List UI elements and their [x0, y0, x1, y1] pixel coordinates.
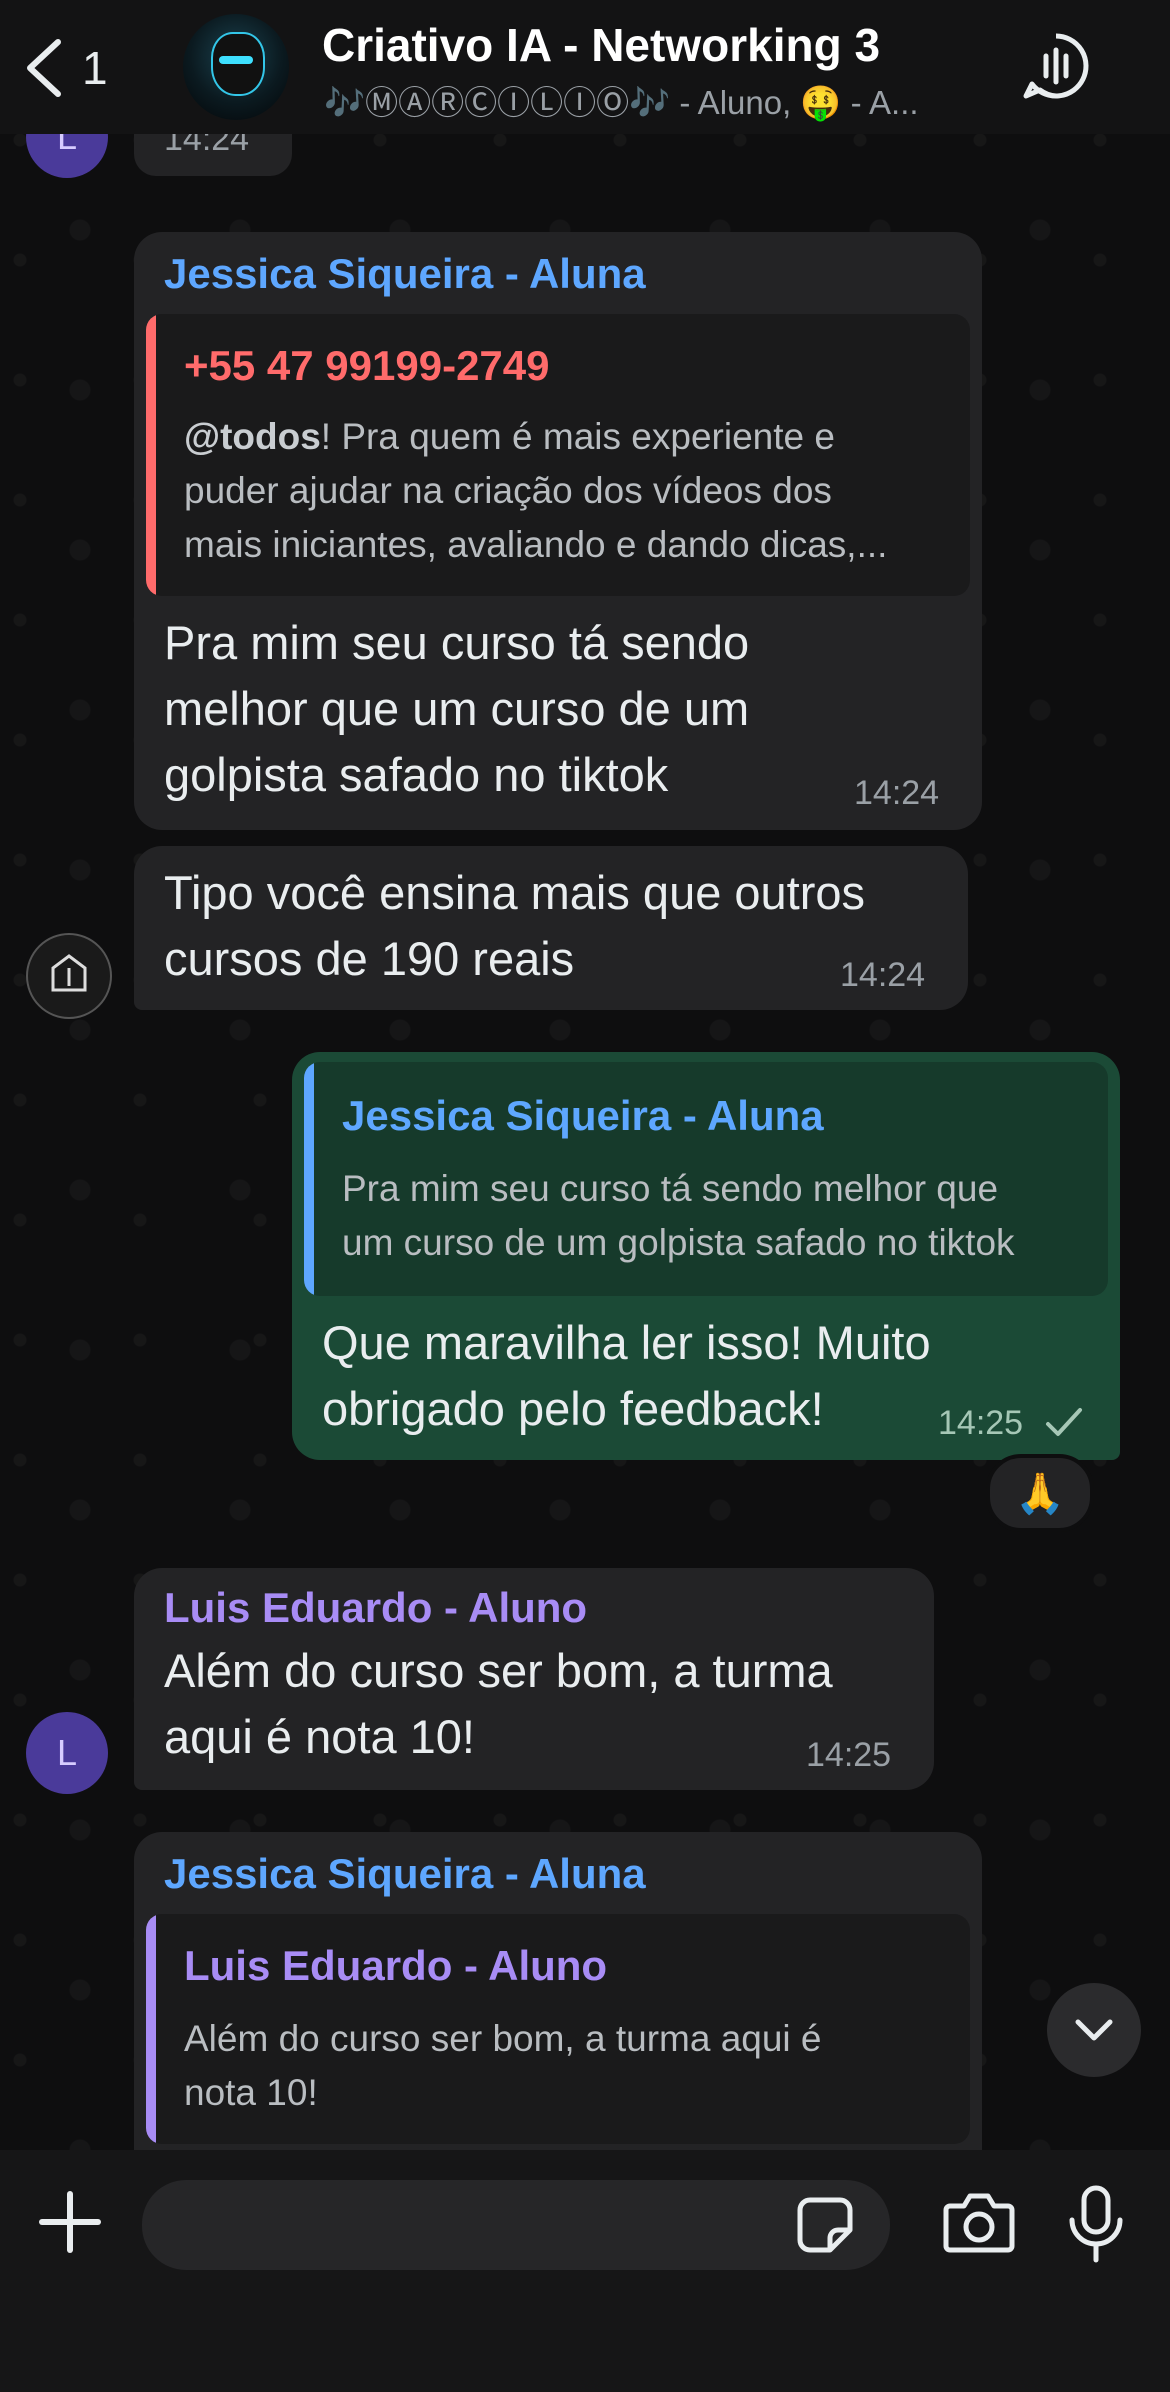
group-avatar[interactable] — [183, 14, 289, 120]
quoted-message[interactable]: Luis Eduardo - Aluno Além do curso ser b… — [146, 1914, 970, 2144]
read-check-icon — [1046, 1408, 1082, 1436]
quoted-sender: Luis Eduardo - Aluno — [184, 1942, 608, 1989]
message-text: Tipo você ensina mais que outros cursos … — [164, 866, 866, 985]
message-time: 14:25 — [806, 1736, 892, 1774]
chat-title[interactable]: Criativo IA - Networking 3 — [322, 18, 880, 72]
mention[interactable]: @todos — [184, 416, 321, 457]
quoted-text: Além do curso ser bom, a turma aqui é no… — [184, 2018, 822, 2113]
message-bubble[interactable]: Luis Eduardo - Aluno Além do curso ser b… — [134, 1568, 934, 1790]
message-bubble[interactable]: Jessica Siqueira - Aluna +55 47 99199-27… — [134, 232, 982, 830]
message-text: Pra mim seu curso tá sendo melhor que um… — [164, 616, 750, 801]
message-bubble[interactable]: Tipo você ensina mais que outros cursos … — [134, 846, 968, 1010]
microphone-icon[interactable] — [1066, 2184, 1126, 2264]
sender-name[interactable]: Jessica Siqueira - Aluna — [164, 250, 646, 298]
chat-header: 1 Criativo IA - Networking 3 🎶ⓂⒶⓇⒸⒾⓁⒾⓄ🎶 … — [0, 0, 1170, 134]
avatar-jessica[interactable] — [26, 933, 112, 1019]
unread-count: 1 — [82, 42, 108, 94]
chat-members-subtitle[interactable]: 🎶ⓂⒶⓇⒸⒾⓁⒾⓄ🎶 - Aluno, 🤑 - A... — [324, 76, 984, 124]
message-time: 14:24 — [840, 956, 926, 994]
back-button[interactable]: 1 — [22, 36, 132, 100]
message-bubble-outgoing[interactable]: Jessica Siqueira - Aluna Pra mim seu cur… — [292, 1052, 1120, 1460]
sender-name[interactable]: Luis Eduardo - Aluno — [164, 1584, 587, 1632]
voice-chat-icon[interactable] — [1022, 32, 1090, 100]
quoted-text: @todos! Pra quem é mais experiente e pud… — [184, 416, 888, 565]
sender-name[interactable]: Jessica Siqueira - Aluna — [164, 1850, 646, 1898]
quoted-text: Pra mim seu curso tá sendo melhor que um… — [342, 1168, 1015, 1263]
back-chevron-icon — [27, 39, 61, 97]
message-text: Que maravilha ler isso! Muito obrigado p… — [322, 1316, 931, 1435]
chevron-down-icon — [1075, 2019, 1113, 2041]
message-time: 14:24 — [854, 774, 940, 812]
reaction-badge[interactable]: 🙏 — [986, 1454, 1094, 1532]
quoted-sender: +55 47 99199-2749 — [184, 342, 550, 389]
message-bubble[interactable]: Jessica Siqueira - Aluna Luis Eduardo - … — [134, 1832, 982, 2172]
quoted-message[interactable]: +55 47 99199-2749 @todos! Pra quem é mai… — [146, 314, 970, 596]
quoted-sender: Jessica Siqueira - Aluna — [342, 1092, 824, 1139]
avatar-luis[interactable]: L — [26, 1712, 108, 1794]
scroll-to-bottom-button[interactable] — [1047, 1983, 1141, 2077]
imove-logo-icon — [51, 954, 87, 992]
camera-icon[interactable] — [942, 2192, 1016, 2254]
message-time: 14:25 — [938, 1404, 1024, 1442]
sticker-icon[interactable] — [796, 2196, 854, 2254]
message-input[interactable] — [142, 2180, 890, 2270]
plus-icon[interactable] — [34, 2186, 106, 2258]
quoted-message[interactable]: Jessica Siqueira - Aluna Pra mim seu cur… — [304, 1062, 1108, 1296]
